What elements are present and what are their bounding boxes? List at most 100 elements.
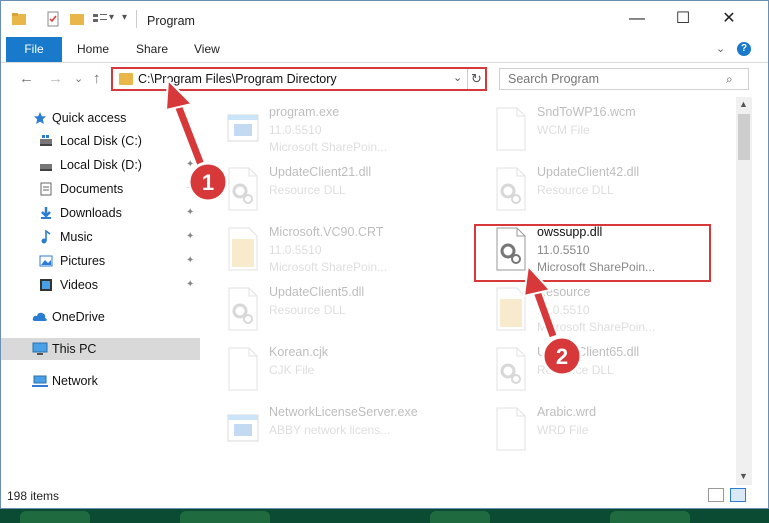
scroll-thumb[interactable] [738, 114, 750, 160]
sidebar-item-local-disk-d[interactable]: Local Disk (D:) ✦ [1, 154, 200, 176]
file-name: UpdateClient5.dll [269, 285, 365, 299]
file-detail: Resource DLL [269, 183, 346, 197]
file-tile[interactable]: Microsoft.VC90.CRT 11.0.5510 Microsoft Sha… [206, 223, 441, 281]
drive-icon [40, 164, 52, 171]
expand-ribbon-icon[interactable]: ⌄ [716, 42, 725, 55]
file-company: Microsoft SharePoin... [537, 320, 656, 334]
dll-file-icon [494, 167, 528, 211]
sidebar-item-quick-access[interactable]: Quick access [1, 107, 200, 129]
toolbar-dropdown-icon[interactable]: ▾ [109, 12, 114, 23]
file-detail: 11.0.5510 [269, 243, 322, 257]
vertical-scrollbar[interactable]: ▲ ▼ [736, 97, 752, 485]
pin-icon: ✦ [186, 135, 195, 146]
file-tile[interactable]: UpdateClient5.dll Resource DLL [206, 283, 441, 341]
tab-file[interactable]: File [6, 37, 62, 62]
sidebar-item-videos[interactable]: Videos ✦ [1, 274, 200, 296]
navigation-bar: ← → ⌄ ↑ C:\Program Files\Program Directo… [1, 63, 768, 97]
address-bar[interactable]: C:\Program Files\Program Directory ⌄ ↻ [111, 67, 487, 91]
file-detail: CJK File [269, 363, 315, 377]
sidebar-item-network[interactable]: Network [1, 370, 200, 392]
recent-locations-button[interactable]: ⌄ [74, 72, 83, 85]
search-icon[interactable]: ⌕ [726, 72, 733, 87]
address-path[interactable]: C:\Program Files\Program Directory [138, 72, 337, 86]
exe-icon [226, 107, 260, 151]
file-tile[interactable]: SndToWP16.wcm WCM File [474, 103, 709, 161]
file-name: Korean.cjk [269, 345, 329, 359]
file-list: program.exe 11.0.5510 Microsoft SharePoin.… [206, 99, 736, 484]
file-highlight-box [474, 224, 711, 282]
details-view-icon[interactable] [708, 488, 724, 502]
file-tile[interactable]: NetworkLicenseServer.exe ABBY network lic… [206, 403, 441, 461]
tab-home[interactable]: Home [77, 37, 109, 62]
sidebar-item-label: Pictures [60, 254, 106, 268]
sidebar-item-onedrive[interactable]: OneDrive [1, 306, 200, 328]
file-tile[interactable]: UpdateClient21.dll Resource DLL [206, 163, 441, 221]
videos-icon [40, 279, 52, 291]
file-name: Arabic.wrd [537, 405, 597, 419]
search-input[interactable] [500, 69, 720, 89]
file-company: Microsoft SharePoin... [269, 140, 388, 154]
folder-icon [12, 13, 26, 25]
desktop-tree [20, 511, 90, 523]
sidebar-item-music[interactable]: Music ✦ [1, 226, 200, 248]
large-icons-view-icon[interactable] [730, 488, 746, 502]
sidebar-item-pictures[interactable]: Pictures ✦ [1, 250, 200, 272]
blank-file-icon [226, 347, 260, 391]
pin-icon: ✦ [186, 255, 195, 266]
cloud-icon [32, 312, 47, 321]
sidebar-item-documents[interactable]: Documents ✦ [1, 178, 200, 200]
address-dropdown-icon[interactable]: ⌄ [453, 71, 462, 84]
folder-file-icon [494, 287, 528, 331]
network-icon [32, 375, 48, 387]
file-name: Microsoft.VC90.CRT [269, 225, 384, 239]
file-tile[interactable]: UpdateClient42.dll Resource DLL [474, 163, 709, 221]
file-detail: WRD File [537, 423, 589, 437]
dll-file-icon [226, 167, 260, 211]
file-name: UpdateClient21.dll [269, 165, 372, 179]
item-count: 198 items [7, 489, 60, 503]
file-detail: WCM File [537, 123, 590, 137]
title-divider [136, 10, 137, 28]
help-button[interactable]: ? [737, 42, 751, 56]
file-tile[interactable]: program.exe 11.0.5510 Microsoft SharePoin.… [206, 103, 441, 161]
file-tile[interactable]: Korean.cjk CJK File [206, 343, 441, 401]
sidebar-item-local-disk-c[interactable]: Local Disk (C:) ✦ [1, 130, 200, 152]
refresh-button[interactable]: ↻ [467, 69, 485, 89]
tab-share[interactable]: Share [136, 37, 168, 62]
search-box[interactable]: ⌕ [499, 68, 749, 90]
exe-icon [226, 407, 260, 451]
new-folder-icon[interactable] [69, 11, 85, 27]
back-button[interactable]: ← [19, 70, 34, 87]
folder-file-icon [226, 227, 260, 271]
scroll-down-icon[interactable]: ▼ [739, 471, 748, 481]
pin-icon: ✦ [186, 183, 195, 194]
file-tile[interactable]: Resource 11.0.5510 Microsoft SharePoin... [474, 283, 709, 341]
minimize-button[interactable]: — [614, 1, 660, 37]
desktop-tree [430, 511, 490, 523]
close-button[interactable]: ✕ [706, 1, 752, 37]
forward-button[interactable]: → [48, 70, 63, 87]
up-button[interactable]: ↑ [93, 70, 101, 87]
dll-file-icon [226, 287, 260, 331]
ribbon-tabs: File Home Share View ⌄ ? [1, 37, 768, 63]
toolbar-more-icon[interactable]: ▾ [122, 12, 127, 23]
file-name: UpdateClient42.dll [537, 165, 640, 179]
blank-file-icon [494, 107, 528, 151]
pin-icon: ✦ [186, 231, 195, 242]
file-tile[interactable]: Arabic.wrd WRD File [474, 403, 709, 461]
tab-view[interactable]: View [194, 37, 220, 62]
properties-icon[interactable] [45, 11, 61, 27]
title-bar: ▾ ▾ Program — ☐ ✕ [1, 1, 768, 37]
maximize-button[interactable]: ☐ [660, 1, 706, 37]
sidebar-item-downloads[interactable]: Downloads ✦ [1, 202, 200, 224]
desktop-tree [180, 511, 270, 523]
blank-file-icon [494, 407, 528, 451]
file-tile[interactable]: UpdateClient65.dll Resource DLL [474, 343, 709, 401]
file-detail: Resource DLL [269, 303, 346, 317]
drive-icon [40, 135, 52, 146]
customize-toolbar-icon[interactable] [92, 11, 108, 27]
sidebar-item-label: Music [60, 230, 93, 244]
sidebar-item-this-pc[interactable]: This PC [1, 338, 200, 360]
star-icon [34, 112, 46, 124]
scroll-up-icon[interactable]: ▲ [739, 99, 748, 109]
